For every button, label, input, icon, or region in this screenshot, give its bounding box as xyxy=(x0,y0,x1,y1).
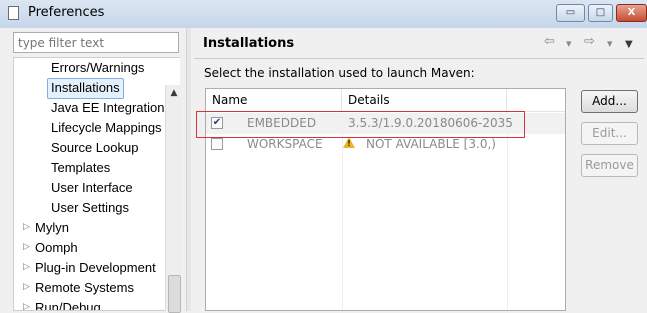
installations-table[interactable]: Name Details ✔ EMBEDDED 3.5.3/1.9.0.2018… xyxy=(205,88,566,311)
tree-item-source-lookup[interactable]: Source Lookup xyxy=(51,138,138,157)
header-divider xyxy=(206,111,565,112)
add-button[interactable]: Add... xyxy=(581,90,638,113)
installation-name: WORKSPACE xyxy=(247,137,323,151)
installation-name: EMBEDDED xyxy=(247,116,317,130)
minimize-icon: ▭ xyxy=(565,7,576,18)
tree-item-java-ee-integration[interactable]: Java EE Integration xyxy=(51,98,164,117)
scroll-up-arrow-icon[interactable]: ▲ xyxy=(166,85,182,101)
installation-details: NOT AVAILABLE [3.0,) xyxy=(366,137,496,151)
expand-arrow-icon[interactable]: ▷ xyxy=(23,278,30,297)
minimize-button[interactable]: ▭ xyxy=(556,4,585,22)
remove-button[interactable]: Remove xyxy=(581,154,638,177)
page-description: Select the installation used to launch M… xyxy=(204,66,475,80)
warning-mark: ! xyxy=(347,139,351,148)
page-title: Installations xyxy=(203,36,295,51)
tree-item-plug-in-development[interactable]: Plug-in Development xyxy=(35,258,156,277)
checkmark-icon: ✔ xyxy=(212,117,222,128)
tree-item-errors-warnings[interactable]: Errors/Warnings xyxy=(51,58,144,77)
title-bar: Preferences ▭ □ X xyxy=(0,0,647,29)
page-header: Installations ⇦ ▾ ⇨ ▾ ▼ xyxy=(191,28,647,58)
forward-menu-icon[interactable]: ▾ xyxy=(607,36,613,52)
forward-arrow-icon[interactable]: ⇨ xyxy=(584,34,595,50)
tree-item-oomph[interactable]: Oomph xyxy=(35,238,78,257)
table-row-embedded[interactable]: ✔ EMBEDDED 3.5.3/1.9.0.20180606-2035 xyxy=(206,113,565,134)
back-arrow-icon[interactable]: ⇦ xyxy=(544,34,555,50)
maximize-icon: □ xyxy=(595,7,606,18)
document-icon xyxy=(8,6,19,20)
edit-button[interactable]: Edit... xyxy=(581,122,638,145)
tree-item-remote-systems[interactable]: Remote Systems xyxy=(35,278,134,297)
tree-scrollbar[interactable]: ▲ xyxy=(165,85,182,313)
preferences-sidebar: Errors/Warnings Installations Java EE In… xyxy=(0,28,186,313)
expand-arrow-icon[interactable]: ▷ xyxy=(23,258,30,277)
header-separator xyxy=(194,58,644,59)
tree-item-user-settings[interactable]: User Settings xyxy=(51,198,129,217)
tree-item-mylyn[interactable]: Mylyn xyxy=(35,218,69,237)
expand-arrow-icon[interactable]: ▷ xyxy=(23,218,30,237)
tree-item-user-interface[interactable]: User Interface xyxy=(51,178,133,197)
tree-item-installations[interactable]: Installations xyxy=(47,78,124,99)
column-header-name[interactable]: Name xyxy=(206,89,342,111)
tree-item-lifecycle-mappings[interactable]: Lifecycle Mappings xyxy=(51,118,162,137)
tree-item-templates[interactable]: Templates xyxy=(51,158,110,177)
scrollbar-thumb[interactable] xyxy=(168,275,181,313)
view-menu-icon[interactable]: ▼ xyxy=(625,37,633,53)
table-row-workspace[interactable]: WORKSPACE ! NOT AVAILABLE [3.0,) xyxy=(206,134,565,155)
preference-page: Installations ⇦ ▾ ⇨ ▾ ▼ Select the insta… xyxy=(191,28,647,311)
window-title: Preferences xyxy=(28,5,105,20)
checkbox-embedded[interactable]: ✔ xyxy=(211,117,223,129)
checkbox-workspace[interactable] xyxy=(211,138,223,150)
tree-item-run-debug[interactable]: Run/Debug xyxy=(35,298,101,310)
close-button[interactable]: X xyxy=(616,4,647,22)
installation-details: 3.5.3/1.9.0.20180606-2035 xyxy=(348,116,513,130)
maximize-button[interactable]: □ xyxy=(588,4,613,22)
expand-arrow-icon[interactable]: ▷ xyxy=(23,238,30,257)
filter-input[interactable] xyxy=(13,32,179,53)
back-menu-icon[interactable]: ▾ xyxy=(566,36,572,52)
expand-arrow-icon[interactable]: ▷ xyxy=(23,298,30,310)
close-icon: X xyxy=(627,7,636,18)
preferences-tree: Errors/Warnings Installations Java EE In… xyxy=(13,57,180,311)
column-header-details[interactable]: Details xyxy=(342,89,507,111)
